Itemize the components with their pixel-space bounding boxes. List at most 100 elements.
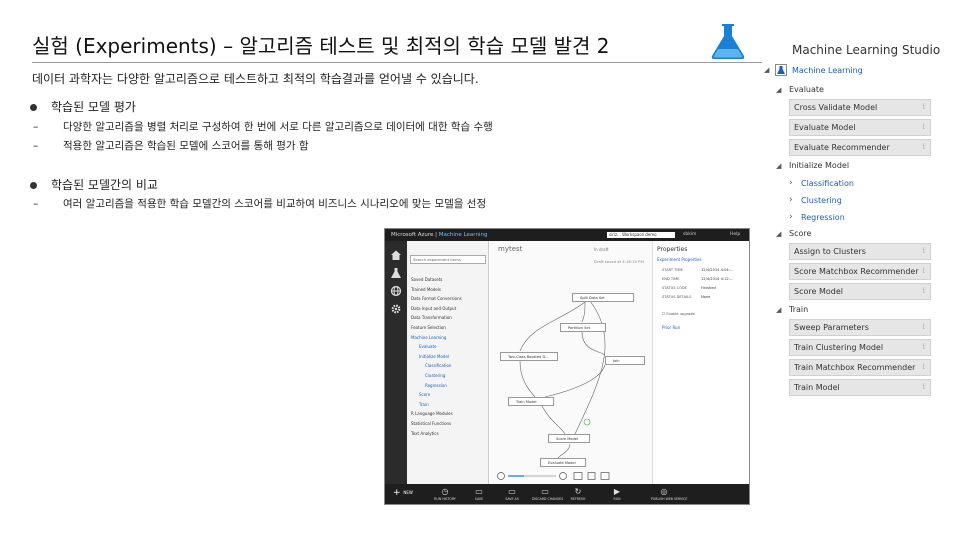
command-button[interactable]: ▭ DISCARD CHANGES: [532, 487, 563, 501]
collapse-arrow-icon[interactable]: ◢: [776, 230, 781, 238]
help-link[interactable]: Help: [730, 232, 740, 237]
command-icon: ◷: [441, 487, 449, 496]
tree-leaf[interactable]: Clustering: [801, 196, 842, 205]
palette-item[interactable]: Score: [419, 392, 430, 397]
palette-item[interactable]: R Language Modules: [411, 411, 453, 416]
drag-handle-icon[interactable]: ⁞: [922, 342, 925, 351]
command-button[interactable]: ▭ SAVE AS: [499, 487, 525, 501]
module-item[interactable]: Train Matchbox Recommender ⁞: [789, 359, 931, 376]
palette-item[interactable]: Saved Datasets: [411, 277, 442, 282]
command-button[interactable]: ◎ PUBLISH WEB SERVICE: [651, 487, 687, 501]
module-item-label: Train Clustering Model: [794, 343, 884, 352]
drag-handle-icon[interactable]: ⁞: [922, 266, 925, 275]
expand-arrow-icon[interactable]: ›: [789, 195, 793, 205]
palette-item[interactable]: Text Analytics: [411, 431, 439, 436]
sub-bullet: – 여러 알고리즘을 적용한 학습 모델간의 스코어를 비교하여 비즈니스 시나리…: [33, 198, 487, 210]
drag-handle-icon[interactable]: ⁞: [922, 102, 925, 111]
tree-group-score[interactable]: Score: [789, 229, 811, 238]
property-value: 12/4/2014 4:12:...: [701, 277, 734, 281]
expand-arrow-icon[interactable]: ›: [789, 212, 793, 222]
bullet-dot: [30, 104, 37, 111]
palette-item[interactable]: Train: [419, 402, 429, 407]
palette-item[interactable]: Data Input and Output: [411, 306, 456, 311]
command-label: RUN: [613, 497, 621, 501]
palette-item[interactable]: Statistical Functions: [411, 421, 451, 426]
drag-handle-icon[interactable]: ⁞: [922, 322, 925, 331]
enable-upgrade-checkbox[interactable]: ☐ Enable upgrade: [662, 312, 695, 316]
globe-icon[interactable]: [390, 285, 402, 297]
tree-group-train[interactable]: Train: [789, 305, 808, 314]
command-label: SAVE AS: [505, 497, 519, 501]
drag-handle-icon[interactable]: ⁞: [922, 142, 925, 151]
gear-icon[interactable]: [390, 303, 402, 315]
home-icon[interactable]: [390, 249, 402, 261]
studio-screenshot: Microsoft Azure | Machine Learning siriz…: [384, 228, 750, 505]
property-value: None: [701, 295, 711, 299]
canvas-module[interactable]: Partition Set: [560, 323, 606, 332]
canvas-module[interactable]: Train Model: [508, 397, 554, 406]
tree-leaf[interactable]: Classification: [801, 179, 854, 188]
module-item[interactable]: Sweep Parameters ⁞: [789, 319, 931, 336]
canvas-module[interactable]: Split Data Set: [572, 293, 634, 302]
canvas-module[interactable]: Evaluate Model: [540, 458, 586, 467]
module-item[interactable]: Cross Validate Model ⁞: [789, 99, 931, 116]
drag-handle-icon[interactable]: ⁞: [922, 246, 925, 255]
drag-handle-icon[interactable]: ⁞: [922, 122, 925, 131]
user-name[interactable]: sbkim: [683, 232, 696, 237]
properties-section[interactable]: Experiment Properties: [657, 257, 702, 262]
palette-item[interactable]: Classification: [425, 363, 451, 368]
canvas-module[interactable]: Join: [605, 356, 645, 365]
palette-item[interactable]: Machine Learning: [411, 335, 446, 340]
command-button[interactable]: ▶ RUN: [604, 487, 630, 501]
tree-group-initialize[interactable]: Initialize Model: [789, 161, 849, 170]
palette-item[interactable]: Clustering: [425, 373, 445, 378]
module-item[interactable]: Assign to Clusters ⁞: [789, 243, 931, 260]
command-label: REFRESH: [570, 497, 586, 501]
tree-leaf[interactable]: Regression: [801, 213, 845, 222]
module-item[interactable]: Train Model ⁞: [789, 379, 931, 396]
experiment-canvas[interactable]: mytest In draft Draft saved at 4:16:35 P…: [490, 241, 652, 484]
command-label: SAVE: [474, 497, 484, 501]
collapse-arrow-icon[interactable]: ◢: [776, 306, 781, 314]
module-item[interactable]: Score Matchbox Recommender ⁞: [789, 263, 931, 280]
property-key: STATUS DETAILS: [662, 295, 692, 299]
palette-item[interactable]: Initialize Model: [419, 354, 449, 359]
workspace-selector[interactable]: siriz... Workspace demo: [607, 232, 675, 238]
collapse-arrow-icon[interactable]: ◢: [776, 86, 781, 94]
collapse-arrow-icon[interactable]: ◢: [776, 162, 781, 170]
module-item[interactable]: Train Clustering Model ⁞: [789, 339, 931, 356]
module-item[interactable]: Evaluate Model ⁞: [789, 119, 931, 136]
module-item-label: Score Model: [794, 287, 843, 296]
command-button[interactable]: ▭ SAVE: [466, 487, 492, 501]
palette-item[interactable]: Trained Models: [411, 287, 441, 292]
drag-handle-icon[interactable]: ⁞: [922, 362, 925, 371]
bullet-2: 학습된 모델간의 비교: [30, 176, 158, 193]
palette-item[interactable]: Evaluate: [419, 344, 436, 349]
command-label: RUN HISTORY: [434, 497, 456, 501]
palette-item[interactable]: Regression: [425, 383, 447, 388]
studio-command-bar: + NEW ◷ RUN HISTORY ▭ SAVE ▭ SAVE AS ▭ DISCARD …: [385, 484, 749, 504]
tree-root-label[interactable]: Machine Learning: [792, 66, 863, 75]
canvas-module[interactable]: Two-Class Boosted D...: [500, 352, 558, 361]
canvas-module[interactable]: Score Model: [548, 434, 590, 443]
module-item[interactable]: Score Model ⁞: [789, 283, 931, 300]
tree-group-evaluate[interactable]: Evaluate: [789, 85, 824, 94]
palette-search-input[interactable]: Search experiment items: [410, 255, 486, 264]
drag-handle-icon[interactable]: ⁞: [922, 382, 925, 391]
bullet-label: 학습된 모델간의 비교: [51, 178, 158, 192]
bullet-1: 학습된 모델 평가: [30, 98, 136, 115]
collapse-arrow-icon[interactable]: ◢: [764, 66, 769, 74]
prior-run-link[interactable]: Prior Run: [662, 325, 680, 330]
palette-item[interactable]: Data Format Conversions: [411, 296, 462, 301]
new-button[interactable]: + NEW: [393, 488, 413, 498]
module-item[interactable]: Evaluate Recommender ⁞: [789, 139, 931, 156]
flask-icon[interactable]: [390, 267, 402, 279]
drag-handle-icon[interactable]: ⁞: [922, 286, 925, 295]
palette-item[interactable]: Feature Selection: [411, 325, 446, 330]
command-button[interactable]: ↻ REFRESH: [565, 487, 591, 501]
sub-bullet-text: 적용한 알고리즘은 학습된 모델에 스코어를 통해 평가 함: [63, 140, 309, 152]
palette-item[interactable]: Data Transformation: [411, 315, 452, 320]
zoom-controls[interactable]: [496, 471, 622, 481]
expand-arrow-icon[interactable]: ›: [789, 178, 793, 188]
command-button[interactable]: ◷ RUN HISTORY: [432, 487, 458, 501]
